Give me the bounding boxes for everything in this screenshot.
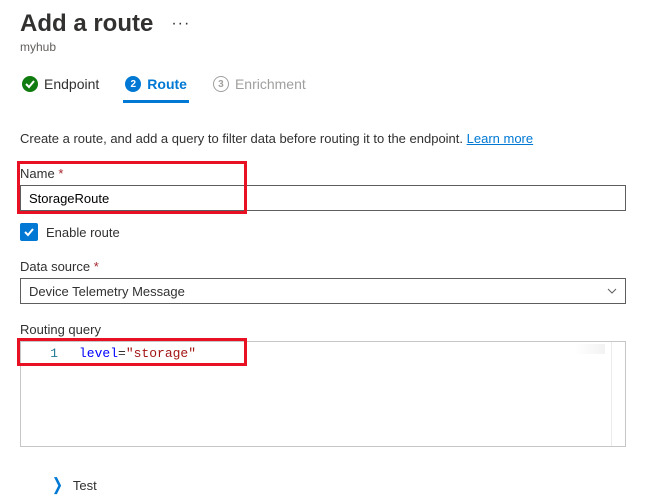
chevron-down-icon [607,286,617,297]
learn-more-link[interactable]: Learn more [467,131,533,146]
scroll-indicator [575,344,605,354]
step-label: Endpoint [44,76,99,92]
code-token-key: level [79,346,118,361]
editor-code[interactable]: level="storage" [73,342,611,446]
step-number-icon: 2 [125,76,141,92]
routing-query-editor[interactable]: 1 level="storage" [20,341,626,447]
step-label: Enrichment [235,76,306,92]
routing-query-label: Routing query [20,322,626,337]
step-route[interactable]: 2 Route [123,68,189,102]
enable-route-label: Enable route [46,225,120,240]
resource-subtitle: myhub [20,40,626,54]
data-source-select[interactable]: Device Telemetry Message [20,278,626,304]
chevron-right-icon: ❯ [52,475,63,496]
step-label: Route [147,76,187,92]
test-expand-button[interactable]: ❯ Test [52,477,626,493]
code-token-string: "storage" [126,346,196,361]
test-label: Test [73,478,97,493]
name-label: Name * [20,166,626,181]
enable-route-checkbox[interactable] [20,223,38,241]
name-input[interactable] [20,185,626,211]
wizard-stepper: Endpoint 2 Route 3 Enrichment [20,68,626,103]
step-number-icon: 3 [213,76,229,92]
intro-text: Create a route, and add a query to filte… [20,131,626,146]
data-source-value: Device Telemetry Message [29,284,185,299]
checkmark-icon [22,76,38,92]
step-endpoint[interactable]: Endpoint [20,68,101,102]
editor-gutter: 1 [21,342,73,446]
code-token-operator: = [118,346,126,361]
step-enrichment[interactable]: 3 Enrichment [211,68,308,102]
editor-scrollbar[interactable] [611,342,625,446]
page-title: Add a route [20,10,153,38]
more-actions-button[interactable]: ··· [167,15,194,33]
data-source-label: Data source * [20,259,626,274]
intro-body: Create a route, and add a query to filte… [20,131,467,146]
